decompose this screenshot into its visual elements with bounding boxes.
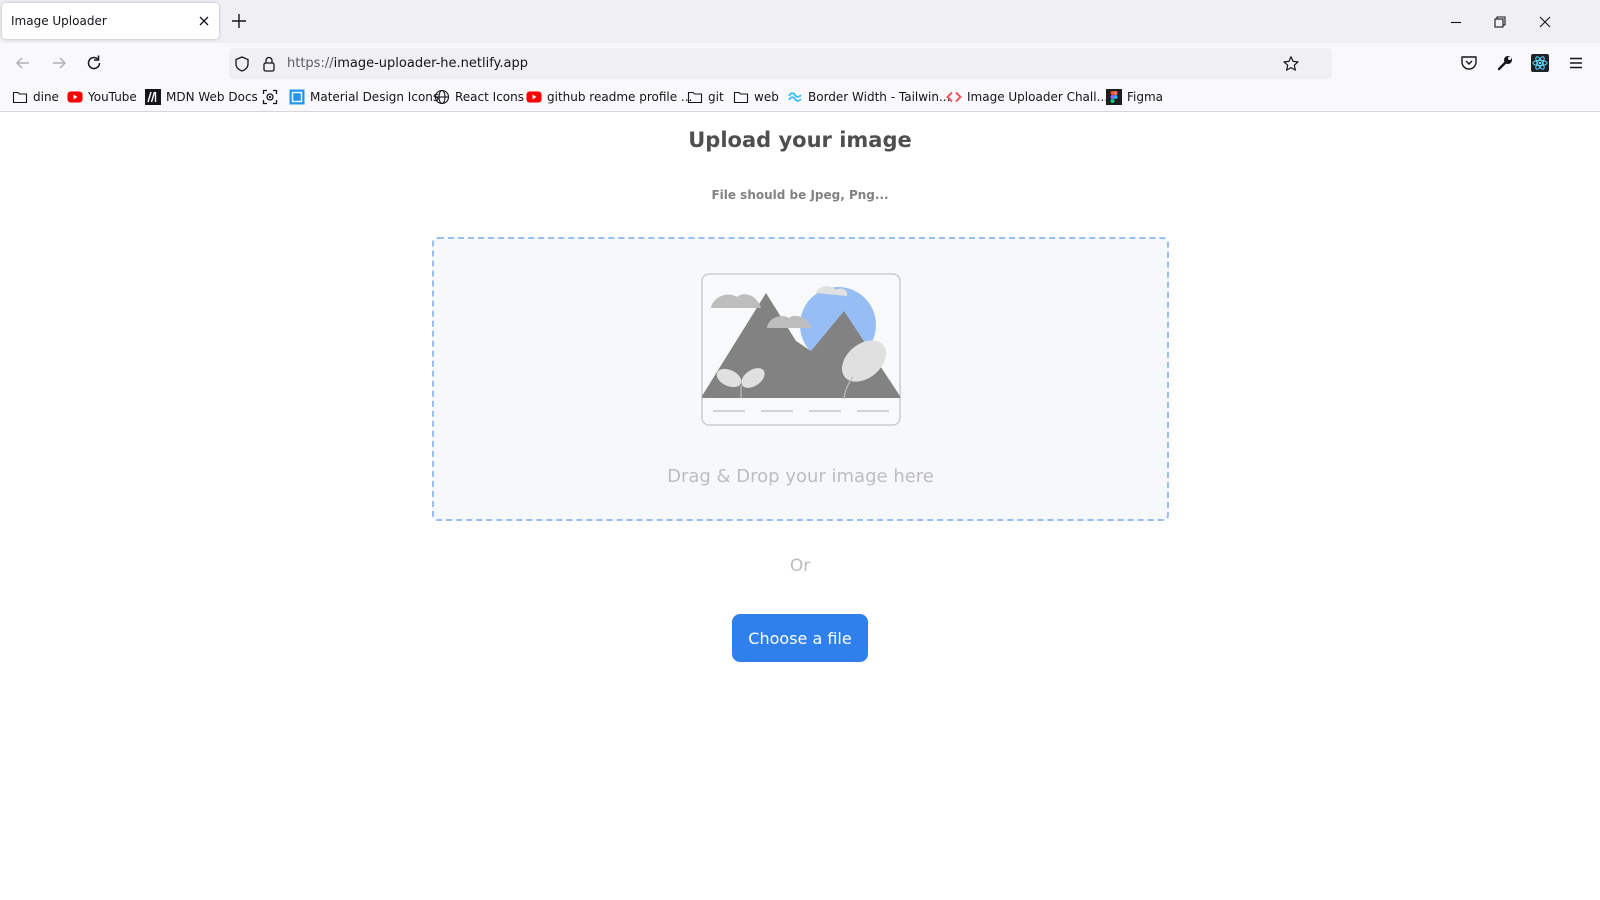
- bookmark-dine[interactable]: dine: [12, 88, 59, 106]
- folder-icon: [687, 91, 703, 104]
- bookmarks-toolbar: dine YouTube MDN Web Docs Material Desig…: [0, 83, 1600, 112]
- bookmark-material-design-icons[interactable]: Material Design Icons: [289, 88, 439, 106]
- shield-icon[interactable]: [233, 55, 251, 73]
- drop-instructions: Drag & Drop your image here: [667, 466, 934, 487]
- close-icon[interactable]: [195, 12, 213, 30]
- tailwind-icon: [788, 92, 802, 102]
- globe-icon: [434, 89, 450, 105]
- bookmark-screenshot[interactable]: [262, 88, 283, 106]
- youtube-icon: [526, 91, 542, 103]
- tab-strip: Image Uploader: [0, 0, 1600, 43]
- material-design-icon: [289, 89, 305, 105]
- bookmark-label: Border Width - Tailwin...: [808, 90, 951, 104]
- bookmark-label: YouTube: [88, 90, 137, 104]
- bookmark-label: MDN Web Docs: [166, 90, 258, 104]
- bookmark-label: web: [754, 90, 779, 104]
- bookmark-label: Material Design Icons: [310, 90, 440, 104]
- bookmark-image-uploader-challenge[interactable]: Image Uploader Chall...: [946, 88, 1108, 106]
- devchallenges-icon: [946, 91, 962, 103]
- choose-file-button[interactable]: Choose a file: [732, 614, 868, 662]
- bookmark-border-width-tailwind[interactable]: Border Width - Tailwin...: [787, 88, 950, 106]
- url-text[interactable]: https://image-uploader-he.netlify.app: [287, 56, 528, 71]
- tab-image-uploader[interactable]: Image Uploader: [2, 3, 219, 39]
- plus-icon[interactable]: [229, 11, 249, 31]
- figma-icon: [1106, 89, 1122, 105]
- minimize-icon[interactable]: [1446, 12, 1466, 32]
- bookmark-react-icons[interactable]: React Icons: [434, 88, 524, 106]
- forward-arrow-icon[interactable]: [49, 53, 69, 73]
- bookmark-label: Figma: [1127, 90, 1164, 104]
- star-icon[interactable]: [1282, 55, 1300, 73]
- bookmark-git[interactable]: git: [687, 88, 724, 106]
- close-window-icon[interactable]: [1535, 12, 1555, 32]
- bookmark-label: React Icons: [455, 90, 524, 104]
- react-devtools-icon[interactable]: [1530, 53, 1550, 73]
- bookmark-mdn[interactable]: MDN Web Docs: [145, 88, 258, 106]
- bookmark-figma[interactable]: Figma: [1106, 88, 1163, 106]
- folder-icon: [733, 91, 749, 104]
- reload-icon[interactable]: [84, 53, 104, 73]
- navigation-toolbar: https://image-uploader-he.netlify.app: [0, 43, 1600, 83]
- bookmark-github-readme-profile[interactable]: github readme profile ...: [526, 88, 692, 106]
- mountain-image-icon: [701, 273, 901, 426]
- page-subtitle: File should be Jpeg, Png...: [711, 188, 889, 202]
- bookmark-web[interactable]: web: [733, 88, 779, 106]
- tab-title: Image Uploader: [11, 14, 107, 28]
- bookmark-youtube[interactable]: YouTube: [67, 88, 137, 106]
- pocket-icon[interactable]: [1459, 53, 1479, 73]
- url-scheme: https://: [287, 56, 334, 71]
- screenshot-icon: [262, 89, 278, 105]
- page-content: Upload your image File should be Jpeg, P…: [0, 112, 1600, 900]
- menu-icon[interactable]: [1566, 53, 1586, 73]
- bookmark-label: dine: [33, 90, 59, 104]
- bookmark-label: Image Uploader Chall...: [967, 90, 1109, 104]
- or-divider: Or: [789, 556, 811, 576]
- bookmark-label: github readme profile ...: [547, 90, 693, 104]
- bookmark-label: git: [708, 90, 724, 104]
- mdn-icon: [145, 89, 161, 105]
- back-arrow-icon[interactable]: [13, 53, 33, 73]
- wrench-icon[interactable]: [1495, 53, 1515, 73]
- restore-icon[interactable]: [1490, 12, 1510, 32]
- address-bar[interactable]: https://image-uploader-he.netlify.app: [229, 48, 1332, 79]
- page-title: Upload your image: [688, 128, 912, 152]
- drop-zone[interactable]: Drag & Drop your image here: [432, 237, 1169, 521]
- url-host: image-uploader-he.netlify.app: [333, 56, 528, 71]
- youtube-icon: [67, 91, 83, 103]
- lock-icon[interactable]: [260, 55, 278, 73]
- folder-icon: [12, 91, 28, 104]
